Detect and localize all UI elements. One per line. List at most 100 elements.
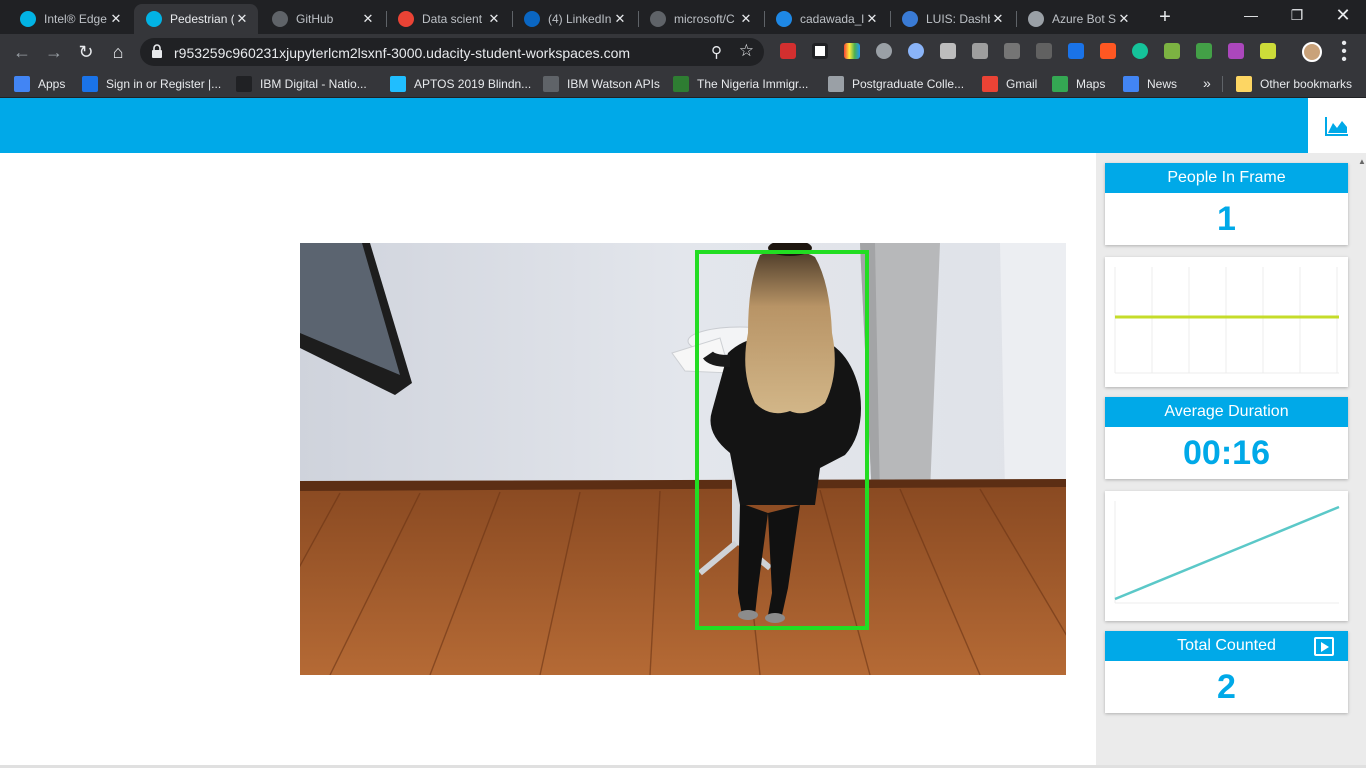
browser-tab[interactable]: GitHub ✕ [260,4,384,34]
browser-tab[interactable]: cadawada_l ✕ [764,4,888,34]
other-bookmarks-folder[interactable]: Other bookmarks [1236,76,1352,92]
reload-button[interactable]: ↻ [74,40,98,64]
browser-tab[interactable]: Azure Bot S ✕ [1016,4,1140,34]
total-counted-value: 2 [1217,668,1236,706]
tab-close-icon[interactable]: ✕ [1116,11,1132,27]
extension-check-icon[interactable] [1196,43,1212,59]
average-duration-value: 00:16 [1183,434,1270,472]
extension-photo-icon[interactable] [940,43,956,59]
new-tab-button[interactable]: + [1153,6,1177,30]
maximize-button[interactable]: ❐ [1274,0,1320,30]
extension-color-icon[interactable] [844,43,860,59]
apps-grid-icon [14,76,30,92]
tab-close-icon[interactable]: ✕ [360,11,376,27]
tab-close-icon[interactable]: ✕ [108,11,124,27]
duration-series-line [1114,505,1340,601]
extension-box-icon[interactable] [1004,43,1020,59]
tab-separator [512,11,513,27]
bookmarks-divider [1222,76,1223,92]
extension-pdf-icon[interactable] [1228,43,1244,59]
news-icon [1123,76,1139,92]
bookmark-item[interactable]: APTOS 2019 Blindn... [390,76,531,92]
extension-m-icon[interactable] [780,43,796,59]
tab-title: Azure Bot S [1052,12,1116,26]
total-counted-header: Total Counted [1105,631,1348,661]
extension-drop-icon[interactable] [908,43,924,59]
bookmark-label: APTOS 2019 Blindn... [414,77,532,91]
gmail-icon [398,11,414,27]
extension-fox-icon[interactable] [1100,43,1116,59]
kaggle-icon [390,76,406,92]
browser-tab[interactable]: Data scient ✕ [386,4,510,34]
bookmark-item[interactable]: Gmail [982,76,1037,92]
bookmark-item[interactable]: IBM Digital - Natio... [236,76,367,92]
bookmark-item[interactable]: Apps [14,76,65,92]
people-in-frame-line-chart [1114,267,1339,374]
bookmark-item[interactable]: IBM Watson APIs [543,76,660,92]
people-in-frame-card: People In Frame 1 [1105,163,1348,245]
home-button[interactable]: ⌂ [106,40,130,64]
maps-icon [1052,76,1068,92]
tab-title: Pedestrian ( [170,12,234,26]
close-window-button[interactable]: ✕ [1320,0,1366,30]
bookmark-item[interactable]: Sign in or Register |... [82,76,221,92]
bookmarks-bar: Apps Sign in or Register |... IBM Digital … [0,70,1366,98]
tab-close-icon[interactable]: ✕ [990,11,1006,27]
extension-shield-icon[interactable] [972,43,988,59]
bookmark-item[interactable]: Postgraduate Colle... [828,76,964,92]
tab-close-icon[interactable]: ✕ [486,11,502,27]
extension-on-icon[interactable] [1068,43,1084,59]
search-icon[interactable]: ⚲ [711,43,722,61]
forward-button[interactable]: → [42,40,66,64]
total-counted-card: Total Counted 2 [1105,631,1348,713]
browser-tab[interactable]: microsoft/C ✕ [638,4,762,34]
browser-toolbar: ← → ↻ ⌂ r953259c960231xjupyterlcm2lsxnf-… [0,34,1366,70]
github-icon [543,76,559,92]
bookmark-label: Postgraduate Colle... [852,77,965,91]
browser-menu-icon[interactable]: • • • [1336,36,1352,68]
bookmark-star-icon[interactable]: ☆ [739,41,754,61]
average-duration-card: Average Duration 00:16 [1105,397,1348,479]
address-bar[interactable]: r953259c960231xjupyterlcm2lsxnf-3000.uda… [140,38,764,66]
github-icon [650,11,666,27]
scroll-up-icon[interactable]: ▲ [1358,157,1366,166]
grammarly-icon[interactable] [1132,43,1148,59]
browser-tab[interactable]: Intel® Edge ✕ [8,4,132,34]
tab-separator [386,11,387,27]
profile-avatar[interactable] [1302,42,1322,62]
stats-toggle-button[interactable] [1308,98,1366,153]
pedestrian-video-frame [300,243,1066,675]
tab-separator [764,11,765,27]
gmail-icon [982,76,998,92]
tab-close-icon[interactable]: ✕ [738,11,754,27]
extension-green-icon[interactable] [1164,43,1180,59]
extension-note-icon[interactable] [1260,43,1276,59]
bookmark-label: The Nigeria Immigr... [697,77,809,91]
tab-title: LUIS: Dashb [926,12,990,26]
minimize-button[interactable]: — [1228,0,1274,30]
github-icon [272,11,288,27]
tab-close-icon[interactable]: ✕ [234,11,250,27]
bookmark-item[interactable]: The Nigeria Immigr... [673,76,808,92]
tab-close-icon[interactable]: ✕ [864,11,880,27]
extension-j-icon[interactable] [1036,43,1052,59]
bookmark-item[interactable]: News [1123,76,1177,92]
bookmarks-overflow-button[interactable]: » [1203,75,1211,91]
bookmark-label: Sign in or Register |... [106,77,222,91]
play-icon[interactable] [1314,637,1334,656]
sidebar-scrollbar[interactable]: ▲ [1356,153,1366,768]
extension-cube-icon[interactable] [812,43,828,59]
udacity-icon [146,11,162,27]
back-button[interactable]: ← [10,40,34,64]
app-header-bar [0,98,1366,153]
tab-close-icon[interactable]: ✕ [612,11,628,27]
bookmark-item[interactable]: Maps [1052,76,1105,92]
browser-tab[interactable]: Pedestrian (✕ [134,4,258,34]
browser-tab[interactable]: (4) LinkedIn ✕ [512,4,636,34]
people-in-frame-value: 1 [1217,200,1236,238]
extension-circle-icon[interactable] [876,43,892,59]
bookmark-label: IBM Digital - Natio... [260,77,367,91]
tab-title: GitHub [296,12,334,26]
total-counted-label: Total Counted [1177,637,1276,654]
browser-tab[interactable]: LUIS: Dashb ✕ [890,4,1014,34]
